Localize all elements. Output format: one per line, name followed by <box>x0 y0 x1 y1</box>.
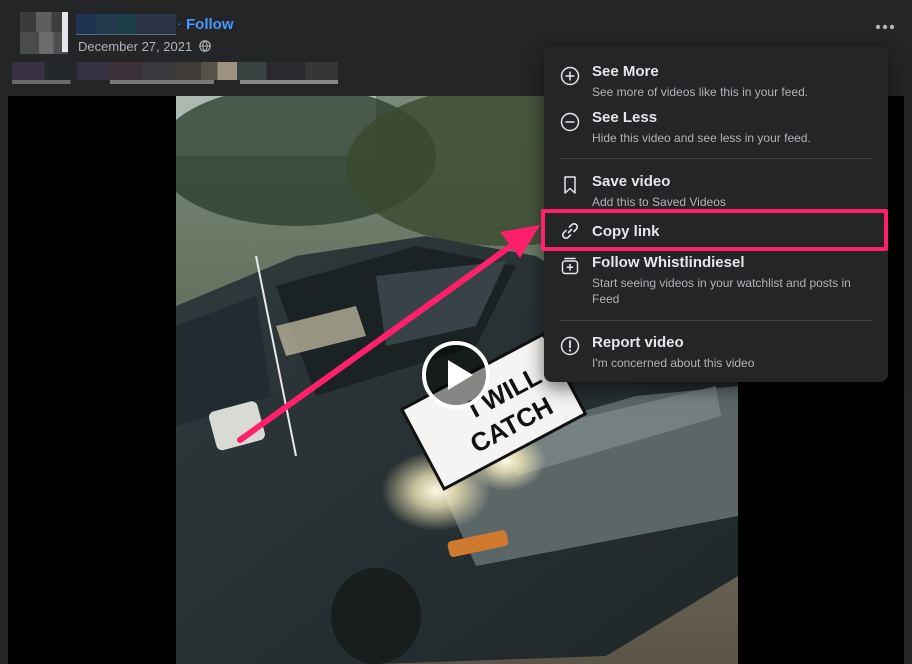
menu-item-see-less[interactable]: See Less Hide this video and see less in… <box>552 106 880 150</box>
post-date[interactable]: December 27, 2021 <box>78 39 192 54</box>
menu-item-title: Save video <box>592 173 671 190</box>
menu-divider <box>560 320 872 321</box>
menu-item-title: See More <box>592 63 659 80</box>
play-button[interactable] <box>421 340 491 410</box>
menu-item-title: Copy link <box>592 223 660 240</box>
avatar[interactable] <box>20 12 68 54</box>
minus-circle-icon <box>560 112 580 132</box>
link-icon <box>561 222 579 240</box>
menu-item-description: I'm concerned about this video <box>592 356 755 370</box>
globe-icon <box>199 40 211 52</box>
menu-item-description: Hide this video and see less in your fee… <box>592 131 811 145</box>
menu-item-report-video[interactable]: Report video I'm concerned about this vi… <box>552 330 880 372</box>
bookmark-icon <box>564 176 576 194</box>
menu-item-description: Start seeing videos in your watchlist an… <box>592 276 851 306</box>
menu-item-save-video[interactable]: Save video Add this to Saved Videos <box>552 169 880 209</box>
follow-separator: · <box>177 15 182 31</box>
author-name-blurred[interactable] <box>76 14 176 35</box>
follow-button[interactable]: Follow <box>186 16 234 33</box>
menu-item-follow-channel[interactable]: Follow Whistlindiesel Start seeing video… <box>552 252 880 308</box>
menu-divider <box>560 158 872 159</box>
watchlist-plus-icon <box>561 257 579 275</box>
caption-blurred <box>12 62 338 84</box>
video-options-menu: See More See more of videos like this in… <box>544 46 888 382</box>
avatar-edge <box>62 12 68 52</box>
menu-item-description: Add this to Saved Videos <box>592 195 726 209</box>
menu-item-copy-link[interactable]: Copy link <box>552 216 880 246</box>
more-options-button[interactable] <box>870 14 900 36</box>
menu-item-description: See more of videos like this in your fee… <box>592 85 809 99</box>
menu-item-title: Follow Whistlindiesel <box>592 254 745 271</box>
menu-item-title: Report video <box>592 334 684 351</box>
more-dots-icon <box>875 24 895 30</box>
plus-circle-icon <box>560 66 580 86</box>
menu-item-title: See Less <box>592 109 658 126</box>
alert-circle-icon <box>560 336 580 356</box>
menu-item-see-more[interactable]: See More See more of videos like this in… <box>552 60 880 104</box>
